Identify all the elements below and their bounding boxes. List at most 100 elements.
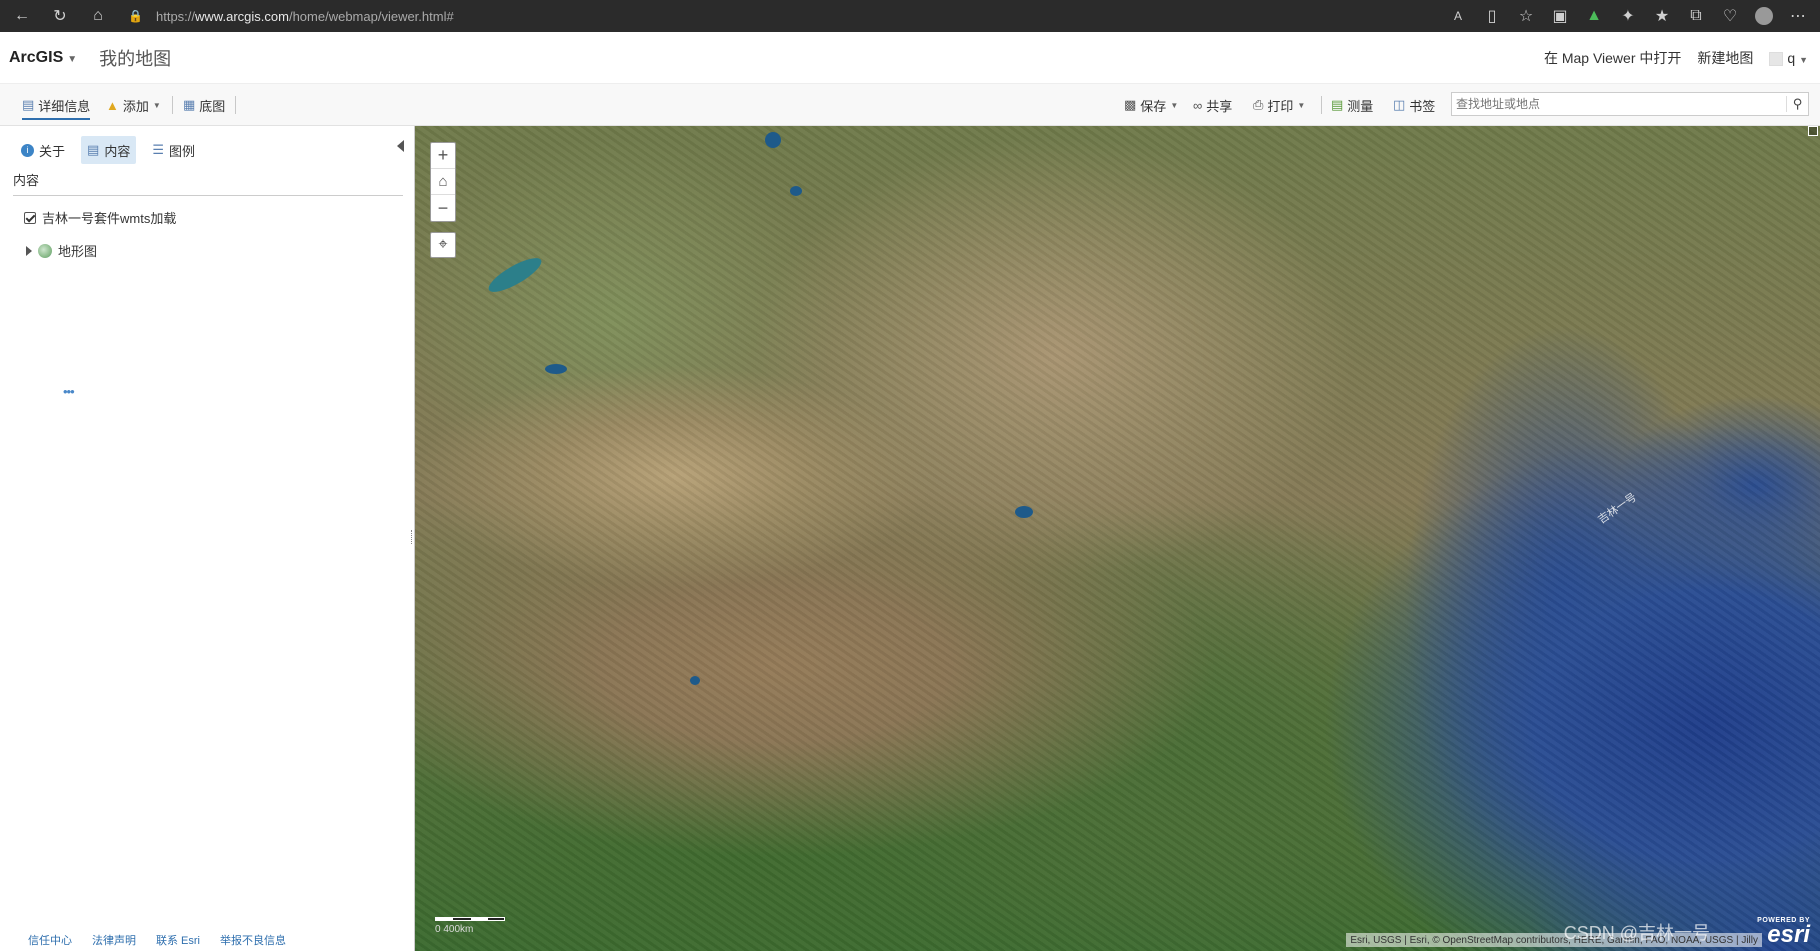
save-label: 保存 xyxy=(1140,98,1167,114)
tab-about-label: 关于 xyxy=(39,143,66,159)
favorite-star-icon[interactable]: ☆ xyxy=(1512,2,1540,30)
app-header: ArcGIS ▼ 我的地图 在 Map Viewer 中打开 新建地图 q ▼ xyxy=(0,32,1820,84)
lake xyxy=(765,132,781,148)
header-actions: 在 Map Viewer 中打开 新建地图 q ▼ xyxy=(1544,32,1808,84)
open-in-map-viewer-link[interactable]: 在 Map Viewer 中打开 xyxy=(1544,48,1681,68)
fullscreen-icon[interactable] xyxy=(1808,126,1818,136)
save-icon: ▩ xyxy=(1124,97,1137,112)
chevron-down-icon: ▼ xyxy=(1297,100,1306,110)
puzzle-icon[interactable]: ✦ xyxy=(1614,2,1642,30)
zoom-in-button[interactable]: + xyxy=(431,143,455,169)
avatar xyxy=(1769,52,1784,67)
lake xyxy=(545,364,567,374)
chevron-down-icon: ▼ xyxy=(67,53,78,65)
lock-icon: 🔒 xyxy=(128,9,143,23)
section-title: 内容 xyxy=(13,170,403,196)
contact-esri-link[interactable]: 联系 Esri xyxy=(156,932,200,948)
layer-visibility-checkbox[interactable] xyxy=(24,211,36,224)
profile-icon[interactable] xyxy=(1750,2,1778,30)
heart-icon[interactable]: ♡ xyxy=(1716,2,1744,30)
basemap-icon: ▦ xyxy=(183,97,196,112)
more-icon[interactable]: ⋯ xyxy=(1784,2,1812,30)
watermark: CSDN @吉林一号 xyxy=(1563,923,1710,943)
layer-item[interactable]: 吉林一号套件wmts加载 xyxy=(24,208,176,227)
esri-logo-text: esri xyxy=(1767,921,1810,948)
measure-button[interactable]: ▤ 测量 xyxy=(1331,94,1373,116)
extension-icon[interactable]: ▣ xyxy=(1546,2,1574,30)
print-icon: ⎙ xyxy=(1253,97,1264,112)
reload-icon[interactable]: ↻ xyxy=(46,2,74,30)
shield-icon[interactable]: ▲ xyxy=(1580,2,1608,30)
url-host: www.arcgis.com xyxy=(195,8,289,24)
brand-label: ArcGIS xyxy=(9,48,64,66)
layer-item[interactable]: 地形图 xyxy=(26,241,97,260)
back-icon[interactable]: ← xyxy=(8,2,36,30)
separator xyxy=(235,96,236,114)
map-view[interactable]: 吉林一号 + ⌂ − ⌖ 0 400km Esri, USGS | Esri, … xyxy=(415,126,1820,951)
home-icon[interactable]: ⌂ xyxy=(84,2,112,30)
legal-link[interactable]: 法律声明 xyxy=(92,932,136,948)
lake xyxy=(1015,506,1033,518)
report-abuse-link[interactable]: 举报不良信息 xyxy=(220,932,286,948)
print-label: 打印 xyxy=(1267,98,1294,114)
new-map-link[interactable]: 新建地图 xyxy=(1697,48,1753,68)
read-aloud-icon[interactable]: A xyxy=(1444,2,1472,30)
browser-toolbar: ← ↻ ⌂ 🔒 https://www.arcgis.com/home/webm… xyxy=(0,0,1820,32)
home-extent-button[interactable]: ⌂ xyxy=(431,169,455,195)
user-menu[interactable]: q ▼ xyxy=(1769,49,1808,67)
crosshair-icon: ⌖ xyxy=(438,236,448,253)
separator xyxy=(172,96,173,114)
globe-icon xyxy=(38,243,52,258)
page-title: 我的地图 xyxy=(99,48,172,69)
tab-legend-label: 图例 xyxy=(168,143,195,159)
footer-links: 信任中心 法律声明 联系 Esri 举报不良信息 xyxy=(0,929,415,951)
layer-label: 地形图 xyxy=(58,244,98,259)
add-layer-icon: ▲ xyxy=(106,97,119,113)
content-icon: ▤ xyxy=(87,142,100,157)
esri-logo[interactable]: POWERED BY esri xyxy=(1757,917,1810,947)
chevron-down-icon: ▼ xyxy=(152,100,161,110)
url-scheme: https:// xyxy=(156,8,196,24)
panel-resize-handle[interactable] xyxy=(411,530,413,544)
tab-content-label: 内容 xyxy=(104,143,131,159)
search-icon[interactable]: ⚲ xyxy=(1786,96,1808,112)
locate-button[interactable]: ⌖ xyxy=(430,232,456,258)
favorites-icon[interactable]: ★ xyxy=(1648,2,1676,30)
url-path: /home/webmap/viewer.html# xyxy=(288,8,454,24)
share-label: 共享 xyxy=(1206,98,1233,114)
measure-label: 测量 xyxy=(1347,98,1374,114)
zoom-out-button[interactable]: − xyxy=(431,195,455,221)
tab-content[interactable]: ▤ 内容 xyxy=(81,136,137,164)
search-input[interactable] xyxy=(1452,93,1786,115)
basemap-label: 底图 xyxy=(199,98,226,114)
chevron-down-icon: ▼ xyxy=(1799,54,1808,65)
bookmark-icon: ◫ xyxy=(1393,97,1406,112)
save-button[interactable]: ▩ 保存 ▼ xyxy=(1124,94,1178,116)
details-panel: i 关于 ▤ 内容 ☰ 图例 内容 吉林一号套件wmts加载 地形图 ••• 信任中心… xyxy=(0,126,415,951)
scale-label: 0 400km xyxy=(435,924,474,935)
add-button[interactable]: ▲ 添加 ▼ xyxy=(106,94,161,116)
share-button[interactable]: ∞ 共享 xyxy=(1193,94,1232,116)
measure-icon: ▤ xyxy=(1331,97,1344,112)
reader-view-icon[interactable]: ▯ xyxy=(1478,2,1506,30)
bookmarks-label: 书签 xyxy=(1409,98,1436,114)
legend-icon: ☰ xyxy=(152,142,164,157)
trust-center-link[interactable]: 信任中心 xyxy=(28,932,72,948)
details-button[interactable]: ▤ 详细信息 xyxy=(22,92,91,120)
panel-tabs: i 关于 ▤ 内容 ☰ 图例 xyxy=(15,136,201,164)
tab-about[interactable]: i 关于 xyxy=(15,136,71,164)
arcgis-menu[interactable]: ArcGIS ▼ xyxy=(9,49,77,67)
address-bar[interactable]: 🔒 https://www.arcgis.com/home/webmap/vie… xyxy=(128,4,1438,28)
bookmarks-button[interactable]: ◫ 书签 xyxy=(1393,94,1435,116)
browser-extensions: A ▯ ☆ ▣ ▲ ✦ ★ ⧉ ♡ ⋯ xyxy=(1444,2,1812,30)
collections-icon[interactable]: ⧉ xyxy=(1682,2,1710,30)
scale-bar xyxy=(435,917,505,921)
print-button[interactable]: ⎙ 打印 ▼ xyxy=(1253,94,1305,116)
more-options-icon[interactable]: ••• xyxy=(63,385,75,398)
basemap-button[interactable]: ▦ 底图 xyxy=(183,94,225,116)
collapse-panel-icon[interactable] xyxy=(397,140,404,152)
tab-legend[interactable]: ☰ 图例 xyxy=(146,136,201,164)
user-name: q xyxy=(1787,49,1796,66)
expand-triangle-icon[interactable] xyxy=(26,245,32,256)
separator xyxy=(1321,96,1322,114)
